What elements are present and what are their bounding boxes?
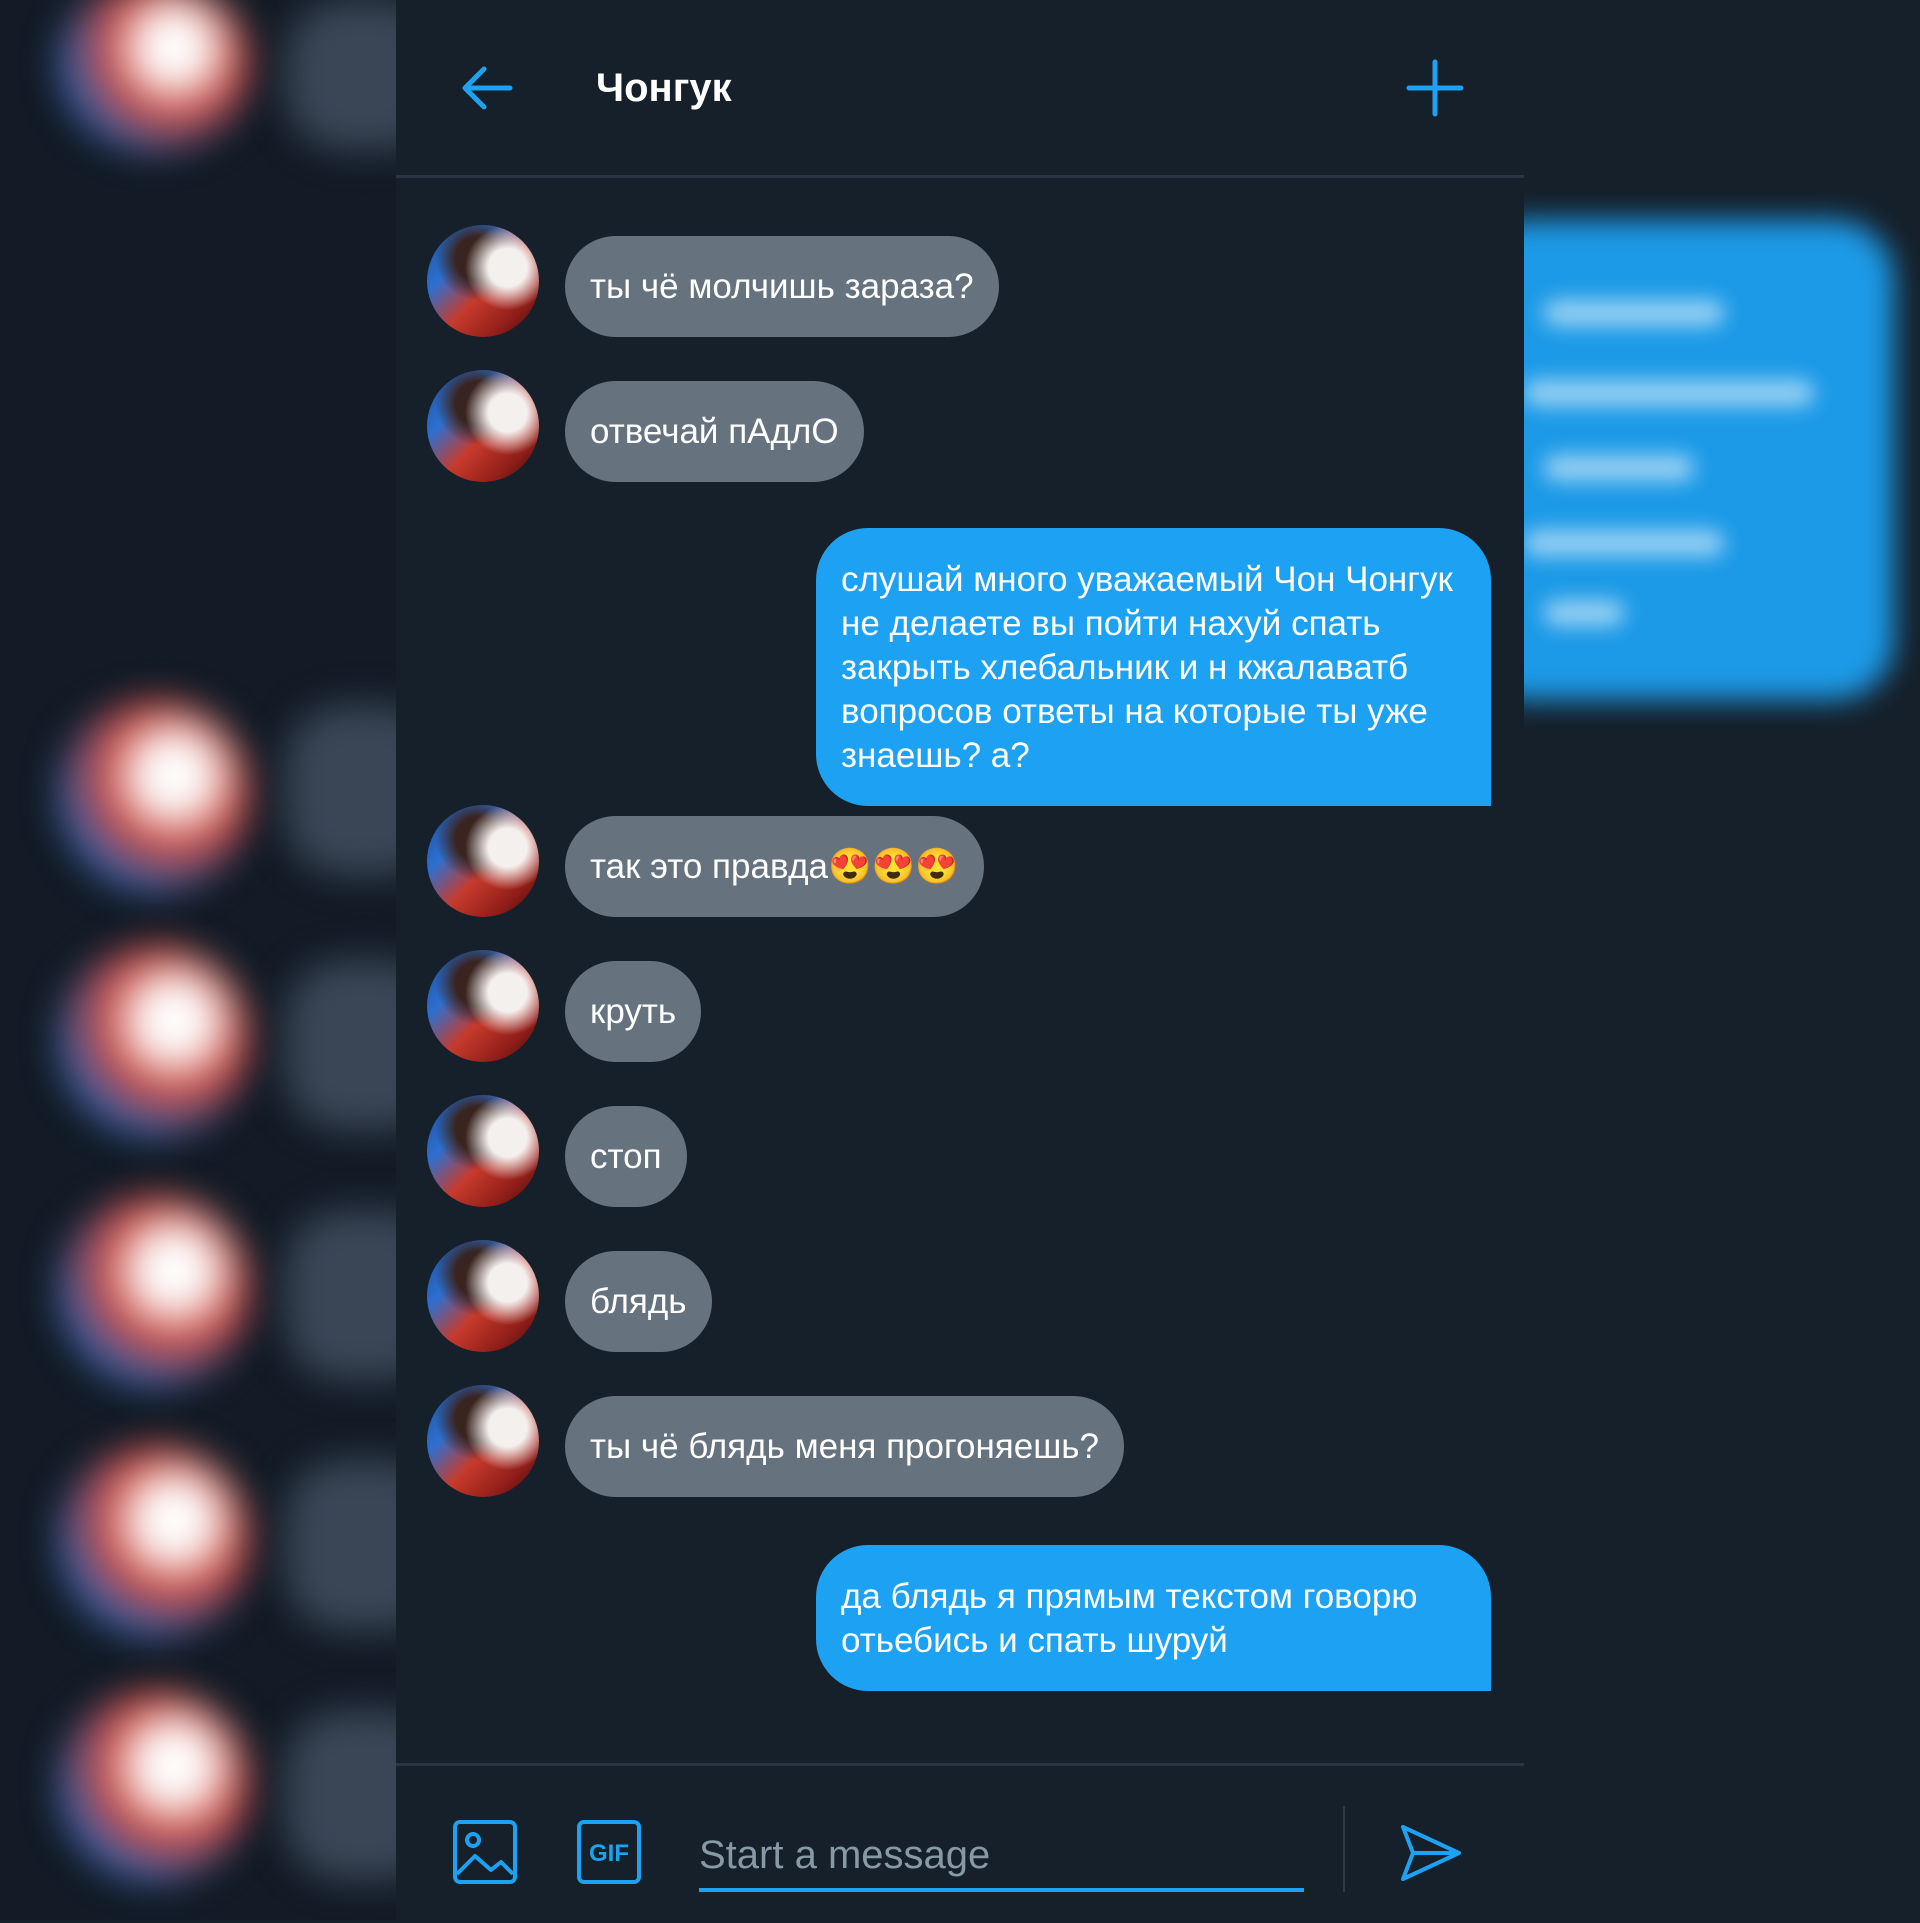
avatar[interactable]: [427, 370, 539, 482]
message-bubble-incoming: круть: [565, 961, 702, 1062]
message-bubble-incoming: блядь: [565, 1251, 712, 1352]
message-bubble-outgoing: да блядь я прямым текстом говорю отьебис…: [816, 1545, 1491, 1691]
add-image-button[interactable]: [451, 1818, 519, 1886]
send-button[interactable]: [1399, 1821, 1463, 1885]
blurred-bubble: [285, 1460, 396, 1630]
blurred-text-line: [1544, 455, 1694, 481]
blurred-avatar: [60, 700, 250, 890]
message-bubble-incoming: ты чё молчишь зараза?: [565, 236, 999, 337]
message-bubble-incoming: ты чё блядь меня прогоняешь?: [565, 1396, 1124, 1497]
gif-icon: GIF: [577, 1820, 641, 1884]
message-bubble-incoming: стоп: [565, 1106, 687, 1207]
blurred-avatar: [60, 1445, 250, 1635]
blurred-bubble: [285, 0, 396, 150]
avatar[interactable]: [427, 1095, 539, 1207]
add-button[interactable]: [1405, 58, 1465, 118]
arrow-left-icon: [462, 66, 513, 110]
chat-panel: Чонгук ты чё молчишь зараза? отвечай пАд…: [396, 0, 1524, 1920]
back-button[interactable]: [456, 55, 516, 115]
message-bubble-incoming: отвечай пАдлО: [565, 381, 864, 482]
blurred-text-line: [1544, 300, 1724, 326]
blurred-avatar: [60, 1690, 250, 1880]
avatar[interactable]: [427, 950, 539, 1062]
message-composer: GIF: [396, 1763, 1524, 1923]
avatar[interactable]: [427, 1240, 539, 1352]
blurred-background-left: [0, 0, 396, 1920]
composer-divider: [1343, 1806, 1345, 1892]
message-input[interactable]: [699, 1826, 1304, 1884]
avatar[interactable]: [427, 225, 539, 337]
blurred-text-line: [1524, 380, 1814, 406]
blurred-bubble: [285, 960, 396, 1130]
message-bubble-outgoing: слушай много уважаемый Чон Чонгук не дел…: [816, 528, 1491, 806]
blurred-bubble: [285, 705, 396, 875]
image-icon: [453, 1820, 517, 1884]
avatar[interactable]: [427, 1385, 539, 1497]
avatar[interactable]: [427, 805, 539, 917]
blurred-bubble: [285, 1210, 396, 1380]
message-bubble-incoming: так это правда😍😍😍: [565, 816, 984, 917]
send-icon: [1401, 1825, 1461, 1881]
blurred-avatar: [60, 1195, 250, 1385]
blurred-text-line: [1524, 530, 1724, 556]
blurred-background-right: [1524, 0, 1920, 1920]
blurred-avatar: [60, 0, 250, 150]
gif-label: GIF: [589, 1840, 629, 1867]
blurred-avatar: [60, 945, 250, 1135]
add-gif-button[interactable]: GIF: [575, 1818, 643, 1886]
message-input-wrapper: [699, 1826, 1304, 1892]
blurred-text-line: [1544, 600, 1624, 626]
plus-icon: [1406, 59, 1464, 117]
blurred-bubble: [285, 1710, 396, 1880]
conversation-title: Чонгук: [596, 66, 732, 110]
chat-header: Чонгук: [396, 0, 1524, 178]
message-list: ты чё молчишь зараза? отвечай пАдлО слуш…: [396, 178, 1524, 1763]
